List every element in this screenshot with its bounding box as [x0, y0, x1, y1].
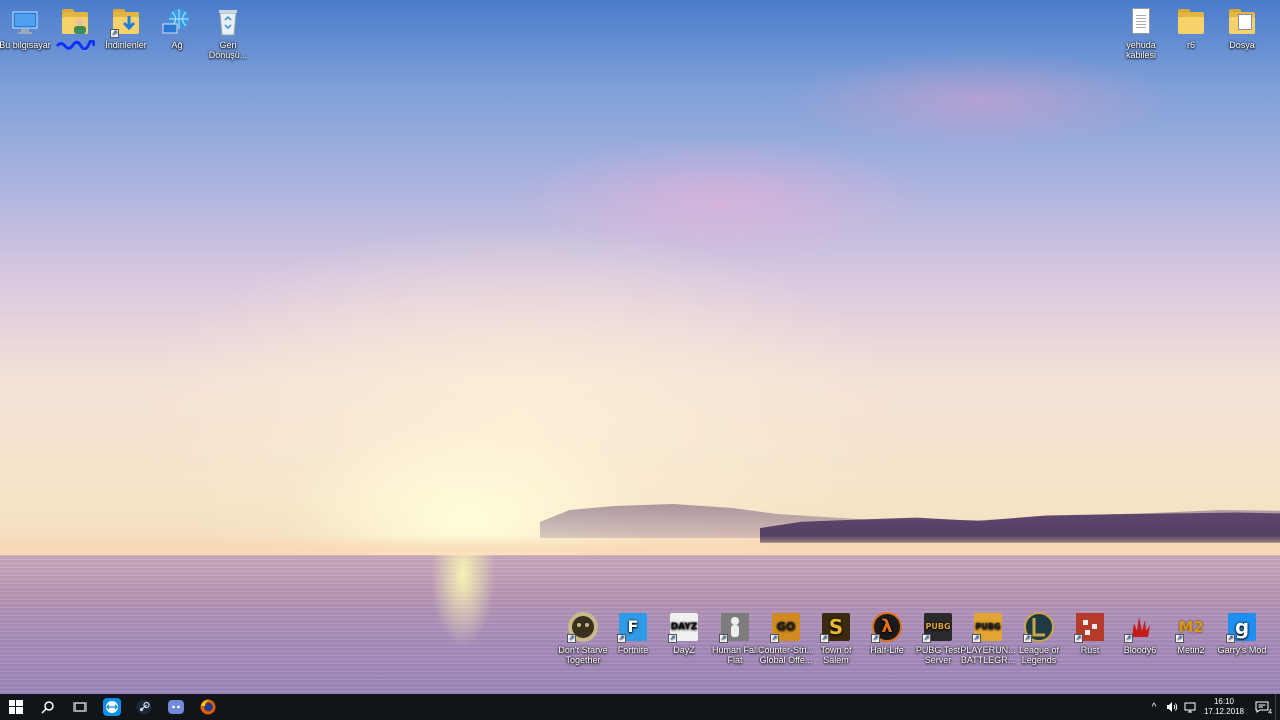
desktop-icon-dayz[interactable]: DAYZ DayZ — [655, 611, 713, 655]
show-desktop-button[interactable] — [1275, 694, 1280, 720]
start-icon — [9, 700, 23, 714]
desktop-icon-label-scribbled — [46, 40, 104, 50]
desktop-icon-label: r6 — [1186, 40, 1195, 50]
desktop-icon-human-fall-flat[interactable]: Human Fall Flat — [706, 611, 764, 665]
desktop-icon-recycle-bin[interactable]: Geri Dönüşü... — [199, 6, 257, 60]
recycle-bin-icon — [212, 6, 244, 38]
desktop-icon-label: İndirilenler — [105, 40, 147, 50]
downloads-folder-icon — [110, 6, 142, 38]
teamviewer-icon — [103, 698, 121, 716]
desktop-icon-label: Bloody6 — [1123, 645, 1157, 655]
desktop-icon-half-life[interactable]: λ Half-Life — [858, 611, 916, 655]
bloody-icon — [1124, 611, 1156, 643]
human-fall-flat-icon — [719, 611, 751, 643]
pubg-icon: PUBG — [972, 611, 1004, 643]
chevron-up-icon: ^ — [1151, 701, 1157, 713]
desktop-icon-town-of-salem[interactable]: S Town of Salem — [807, 611, 865, 665]
fortnite-icon: F — [617, 611, 649, 643]
desktop-icon-label: Metin2 — [1177, 645, 1205, 655]
folder-icon — [1226, 6, 1258, 38]
action-center-button[interactable]: 4 — [1249, 694, 1275, 720]
desktop-icon-label: Dosya — [1229, 40, 1255, 50]
desktop-icon-bloody6[interactable]: Bloody6 — [1111, 611, 1169, 655]
desktop-icon-label: DayZ — [673, 645, 695, 655]
clock-date: 17.12.2018 — [1203, 707, 1245, 716]
taskbar-firefox[interactable] — [192, 694, 224, 720]
csgo-icon: GO — [770, 611, 802, 643]
desktop-icon-label: Town of Salem — [820, 645, 852, 665]
desktop-icon-label: Ağ — [171, 40, 183, 50]
desktop: Bu bilgisayar İndirilenler — [0, 0, 1280, 694]
desktop-icon-network[interactable]: Ağ — [148, 6, 206, 50]
desktop-icon-label: Half-Life — [870, 645, 904, 655]
desktop-icon-downloads[interactable]: İndirilenler — [97, 6, 155, 50]
start-button[interactable] — [0, 694, 32, 720]
rust-icon — [1074, 611, 1106, 643]
notification-count: 4 — [1268, 709, 1272, 716]
discord-icon — [168, 700, 184, 714]
desktop-icon-label: Fortnite — [617, 645, 649, 655]
show-hidden-icons-button[interactable]: ^ — [1145, 694, 1163, 720]
volume-button[interactable] — [1163, 694, 1181, 720]
dont-starve-icon — [567, 611, 599, 643]
taskbar-steam[interactable] — [128, 694, 160, 720]
steam-icon — [136, 699, 152, 715]
dayz-icon: DAYZ — [668, 611, 700, 643]
desktop-icon-r6[interactable]: r6 — [1162, 6, 1220, 50]
desktop-icon-garrys-mod[interactable]: g Garry's Mod — [1213, 611, 1271, 655]
pubg-test-icon: PUBG — [922, 611, 954, 643]
task-view-button[interactable] — [64, 694, 96, 720]
taskbar-teamviewer[interactable] — [96, 694, 128, 720]
half-life-icon: λ — [871, 611, 903, 643]
firefox-icon — [200, 699, 216, 715]
desktop-icon-label: Garry's Mod — [1217, 645, 1267, 655]
network-status-button[interactable] — [1181, 694, 1199, 720]
desktop-icon-label: Geri Dönüşü... — [208, 40, 248, 60]
text-document-icon — [1125, 6, 1157, 38]
taskbar-discord[interactable] — [160, 694, 192, 720]
desktop-icon-user-folder[interactable] — [46, 6, 104, 50]
clock[interactable]: 16:10 17.12.2018 — [1199, 697, 1249, 717]
league-of-legends-icon — [1023, 611, 1055, 643]
metin2-icon: M2 — [1175, 611, 1207, 643]
desktop-icon-label: League of Legends — [1018, 645, 1060, 665]
search-icon — [41, 701, 54, 714]
desktop-icon-metin2[interactable]: M2 Metin2 — [1162, 611, 1220, 655]
desktop-icon-pubg[interactable]: PUBG PLAYERUN... BATTLEGR... — [959, 611, 1017, 665]
desktop-icon-label: Human Fall Flat — [711, 645, 758, 665]
network-icon — [161, 6, 193, 38]
system-tray: ^ 16:10 17.12.2018 4 — [1145, 694, 1280, 720]
folder-icon — [1175, 6, 1207, 38]
desktop-icon-league-of-legends[interactable]: League of Legends — [1010, 611, 1068, 665]
task-view-icon — [73, 702, 87, 712]
computer-icon — [9, 6, 41, 38]
desktop-icon-label: PLAYERUN... BATTLEGR... — [960, 645, 1016, 665]
taskbar: ^ 16:10 17.12.2018 4 — [0, 694, 1280, 720]
search-button[interactable] — [32, 694, 64, 720]
garrys-mod-icon: g — [1226, 611, 1258, 643]
town-of-salem-icon: S — [820, 611, 852, 643]
notification-icon — [1255, 701, 1269, 713]
network-status-icon — [1184, 702, 1196, 713]
desktop-icon-dosya[interactable]: Dosya — [1213, 6, 1271, 50]
desktop-icon-fortnite[interactable]: F Fortnite — [604, 611, 662, 655]
clock-time: 16:10 — [1213, 697, 1235, 706]
speaker-icon — [1167, 702, 1178, 712]
user-folder-icon — [59, 6, 91, 38]
